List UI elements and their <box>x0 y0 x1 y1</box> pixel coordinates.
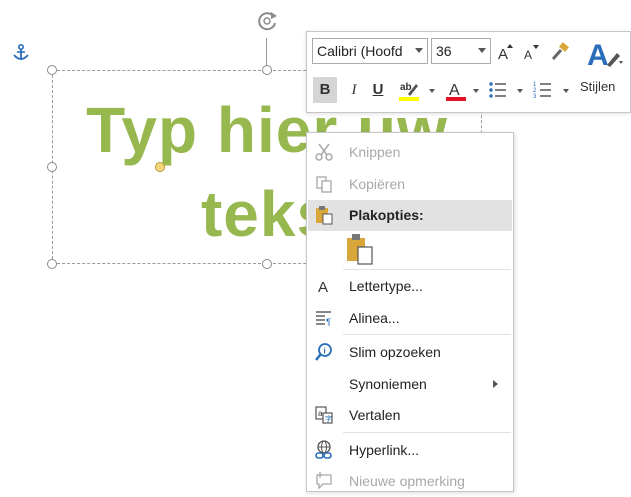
svg-text:A: A <box>587 39 609 72</box>
font-name-select[interactable]: Calibri (Hoofd <box>312 38 428 64</box>
bold-button[interactable]: B <box>313 77 337 103</box>
svg-text:A: A <box>318 279 328 296</box>
menu-item-hyperlink[interactable]: Hyperlink... <box>308 435 512 466</box>
menu-item-smart-lookup[interactable]: i Slim opzoeken <box>308 337 512 368</box>
resize-handle-bottom-center[interactable] <box>262 259 272 269</box>
svg-text:A: A <box>449 82 460 99</box>
menu-item-label: Knippen <box>349 144 401 160</box>
font-size-select[interactable]: 36 <box>431 38 491 64</box>
hyperlink-icon <box>315 440 332 459</box>
chevron-down-icon <box>478 48 486 53</box>
menu-item-label: Nieuwe opmerking <box>349 473 465 489</box>
svg-text:A: A <box>524 48 532 62</box>
bullets-icon[interactable] <box>488 80 508 100</box>
menu-item-label: Vertalen <box>349 407 401 423</box>
menu-item-label: Synoniemen <box>349 376 427 392</box>
styles-icon[interactable]: A <box>585 35 625 73</box>
menu-item-label: Alinea... <box>349 310 400 326</box>
menu-separator <box>343 269 511 270</box>
svg-text:ab: ab <box>400 82 412 93</box>
italic-button[interactable]: I <box>343 77 365 103</box>
menu-item-copy[interactable]: Kopiëren <box>308 169 512 200</box>
font-name-value: Calibri (Hoofd <box>317 43 403 59</box>
paste-options-header: Plakopties: <box>308 200 512 231</box>
chevron-down-icon[interactable] <box>473 89 479 93</box>
copy-icon <box>316 176 332 193</box>
adjust-handle[interactable] <box>155 162 165 172</box>
translate-icon: a 字 <box>315 406 333 424</box>
shrink-font-icon[interactable]: A <box>521 42 541 62</box>
menu-item-cut[interactable]: Knippen <box>308 137 512 168</box>
rotate-connector <box>266 38 267 66</box>
paste-icon <box>316 206 333 225</box>
menu-item-paragraph[interactable]: ¶ Alinea... <box>308 303 512 334</box>
chevron-down-icon[interactable] <box>563 89 569 93</box>
resize-handle-bottom-left[interactable] <box>47 259 57 269</box>
styles-button[interactable]: Stijlen <box>580 79 615 94</box>
resize-handle-middle-left[interactable] <box>47 162 57 172</box>
format-painter-icon[interactable] <box>549 41 571 63</box>
paragraph-icon: ¶ <box>316 311 331 327</box>
resize-handle-top-center[interactable] <box>262 65 272 75</box>
menu-separator <box>343 432 511 433</box>
scissors-icon <box>315 143 333 161</box>
menu-item-label: Lettertype... <box>349 278 423 294</box>
menu-item-translate[interactable]: a 字 Vertalen <box>308 400 512 431</box>
resize-handle-top-left[interactable] <box>47 65 57 75</box>
rotate-handle-icon[interactable] <box>254 8 280 34</box>
chevron-down-icon[interactable] <box>429 89 435 93</box>
font-size-value: 36 <box>436 43 452 59</box>
menu-item-label: Hyperlink... <box>349 442 420 458</box>
svg-text:字: 字 <box>325 414 332 423</box>
underline-button[interactable]: U <box>367 77 389 103</box>
chevron-right-icon <box>493 380 498 388</box>
menu-item-label: Plakopties: <box>349 207 424 223</box>
anchor-icon <box>13 43 29 60</box>
menu-item-new-comment[interactable]: Nieuwe opmerking <box>308 466 512 497</box>
menu-item-synonyms[interactable]: Synoniemen <box>308 369 512 400</box>
menu-item-label: Slim opzoeken <box>349 344 441 360</box>
mini-toolbar: Calibri (Hoofd 36 A A A B I U ab A 1 2 3… <box>306 31 631 113</box>
font-color-icon[interactable]: A <box>445 78 467 102</box>
svg-text:3: 3 <box>533 94 537 100</box>
menu-separator <box>343 334 511 335</box>
menu-item-font[interactable]: A Lettertype... <box>308 271 512 302</box>
svg-text:i: i <box>324 347 326 356</box>
grow-font-icon[interactable]: A <box>496 42 516 62</box>
svg-text:¶: ¶ <box>326 317 331 327</box>
numbering-icon[interactable]: 1 2 3 <box>533 80 553 100</box>
paste-keep-formatting-icon[interactable] <box>345 233 375 265</box>
chevron-down-icon[interactable] <box>517 89 523 93</box>
new-comment-icon <box>316 472 332 490</box>
smart-lookup-icon: i <box>315 343 332 361</box>
svg-text:a: a <box>318 409 323 418</box>
font-icon: A <box>318 279 328 296</box>
chevron-down-icon <box>415 48 423 53</box>
context-menu: Knippen Kopiëren Plakopties: A Lettertyp… <box>306 132 514 492</box>
svg-text:A: A <box>498 46 508 62</box>
menu-item-label: Kopiëren <box>349 176 406 192</box>
highlight-color-icon[interactable]: ab <box>398 78 420 102</box>
